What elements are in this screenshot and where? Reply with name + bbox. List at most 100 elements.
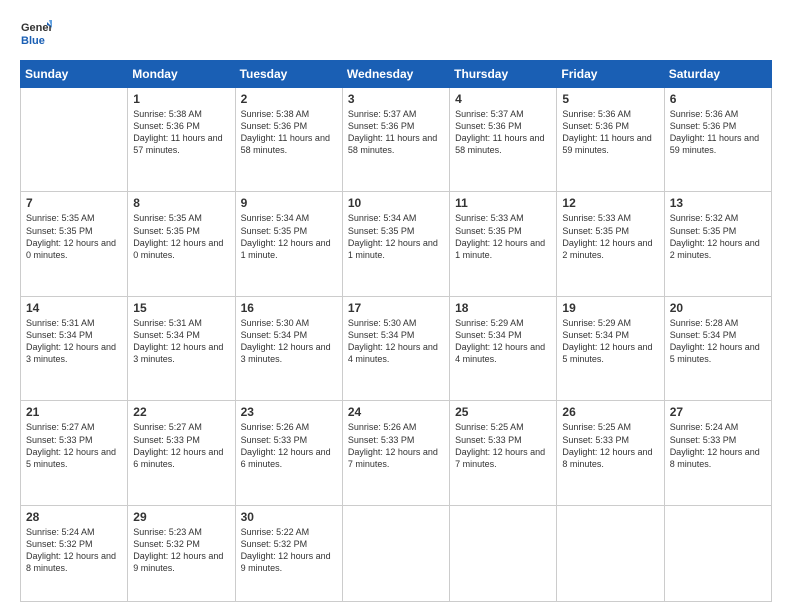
sunrise-text: Sunrise: 5:37 AM [455,108,552,120]
sunrise-text: Sunrise: 5:31 AM [26,317,123,329]
sunset-text: Sunset: 5:34 PM [133,329,230,341]
calendar-week-row: 28 Sunrise: 5:24 AM Sunset: 5:32 PM Dayl… [21,505,772,601]
day-number: 1 [133,92,230,106]
calendar-cell: 8 Sunrise: 5:35 AM Sunset: 5:35 PM Dayli… [128,192,235,296]
sunset-text: Sunset: 5:33 PM [26,434,123,446]
calendar-cell: 22 Sunrise: 5:27 AM Sunset: 5:33 PM Dayl… [128,401,235,505]
logo-svg: General Blue [20,18,52,50]
daylight-text: Daylight: 12 hours and 1 minute. [455,237,552,261]
calendar-cell: 14 Sunrise: 5:31 AM Sunset: 5:34 PM Dayl… [21,296,128,400]
header: General Blue [20,18,772,50]
daylight-text: Daylight: 11 hours and 58 minutes. [455,132,552,156]
sunset-text: Sunset: 5:33 PM [670,434,767,446]
calendar-table: SundayMondayTuesdayWednesdayThursdayFrid… [20,60,772,602]
calendar-cell: 24 Sunrise: 5:26 AM Sunset: 5:33 PM Dayl… [342,401,449,505]
weekday-header: Wednesday [342,61,449,88]
sunset-text: Sunset: 5:33 PM [562,434,659,446]
cell-details: Sunrise: 5:36 AM Sunset: 5:36 PM Dayligh… [670,108,767,157]
sunset-text: Sunset: 5:35 PM [348,225,445,237]
sunrise-text: Sunrise: 5:28 AM [670,317,767,329]
sunset-text: Sunset: 5:33 PM [241,434,338,446]
calendar-cell: 25 Sunrise: 5:25 AM Sunset: 5:33 PM Dayl… [450,401,557,505]
daylight-text: Daylight: 12 hours and 8 minutes. [670,446,767,470]
sunset-text: Sunset: 5:36 PM [133,120,230,132]
sunrise-text: Sunrise: 5:24 AM [670,421,767,433]
day-number: 3 [348,92,445,106]
day-number: 5 [562,92,659,106]
calendar-cell: 15 Sunrise: 5:31 AM Sunset: 5:34 PM Dayl… [128,296,235,400]
daylight-text: Daylight: 11 hours and 59 minutes. [562,132,659,156]
daylight-text: Daylight: 12 hours and 2 minutes. [562,237,659,261]
daylight-text: Daylight: 12 hours and 8 minutes. [562,446,659,470]
sunset-text: Sunset: 5:34 PM [348,329,445,341]
weekday-header: Monday [128,61,235,88]
calendar-cell: 23 Sunrise: 5:26 AM Sunset: 5:33 PM Dayl… [235,401,342,505]
sunrise-text: Sunrise: 5:30 AM [241,317,338,329]
calendar-week-row: 7 Sunrise: 5:35 AM Sunset: 5:35 PM Dayli… [21,192,772,296]
weekday-header: Friday [557,61,664,88]
cell-details: Sunrise: 5:29 AM Sunset: 5:34 PM Dayligh… [562,317,659,366]
calendar-cell: 7 Sunrise: 5:35 AM Sunset: 5:35 PM Dayli… [21,192,128,296]
sunset-text: Sunset: 5:32 PM [133,538,230,550]
calendar-cell: 3 Sunrise: 5:37 AM Sunset: 5:36 PM Dayli… [342,88,449,192]
day-number: 2 [241,92,338,106]
day-number: 14 [26,301,123,315]
sunrise-text: Sunrise: 5:25 AM [562,421,659,433]
cell-details: Sunrise: 5:24 AM Sunset: 5:32 PM Dayligh… [26,526,123,575]
day-number: 20 [670,301,767,315]
sunset-text: Sunset: 5:36 PM [562,120,659,132]
calendar-header-row: SundayMondayTuesdayWednesdayThursdayFrid… [21,61,772,88]
day-number: 26 [562,405,659,419]
cell-details: Sunrise: 5:34 AM Sunset: 5:35 PM Dayligh… [348,212,445,261]
daylight-text: Daylight: 12 hours and 6 minutes. [241,446,338,470]
daylight-text: Daylight: 12 hours and 1 minute. [348,237,445,261]
weekday-header: Thursday [450,61,557,88]
sunset-text: Sunset: 5:32 PM [26,538,123,550]
sunset-text: Sunset: 5:33 PM [348,434,445,446]
calendar-cell: 17 Sunrise: 5:30 AM Sunset: 5:34 PM Dayl… [342,296,449,400]
sunrise-text: Sunrise: 5:34 AM [241,212,338,224]
cell-details: Sunrise: 5:27 AM Sunset: 5:33 PM Dayligh… [26,421,123,470]
daylight-text: Daylight: 12 hours and 7 minutes. [455,446,552,470]
day-number: 17 [348,301,445,315]
daylight-text: Daylight: 12 hours and 9 minutes. [241,550,338,574]
daylight-text: Daylight: 12 hours and 1 minute. [241,237,338,261]
daylight-text: Daylight: 12 hours and 6 minutes. [133,446,230,470]
sunrise-text: Sunrise: 5:33 AM [455,212,552,224]
sunset-text: Sunset: 5:34 PM [562,329,659,341]
calendar-cell [450,505,557,601]
cell-details: Sunrise: 5:23 AM Sunset: 5:32 PM Dayligh… [133,526,230,575]
calendar-cell: 9 Sunrise: 5:34 AM Sunset: 5:35 PM Dayli… [235,192,342,296]
sunrise-text: Sunrise: 5:33 AM [562,212,659,224]
daylight-text: Daylight: 12 hours and 5 minutes. [26,446,123,470]
day-number: 27 [670,405,767,419]
calendar-cell [21,88,128,192]
cell-details: Sunrise: 5:30 AM Sunset: 5:34 PM Dayligh… [348,317,445,366]
calendar-cell: 21 Sunrise: 5:27 AM Sunset: 5:33 PM Dayl… [21,401,128,505]
day-number: 6 [670,92,767,106]
sunrise-text: Sunrise: 5:38 AM [133,108,230,120]
day-number: 30 [241,510,338,524]
day-number: 15 [133,301,230,315]
daylight-text: Daylight: 12 hours and 4 minutes. [455,341,552,365]
cell-details: Sunrise: 5:35 AM Sunset: 5:35 PM Dayligh… [133,212,230,261]
sunrise-text: Sunrise: 5:34 AM [348,212,445,224]
sunrise-text: Sunrise: 5:23 AM [133,526,230,538]
cell-details: Sunrise: 5:31 AM Sunset: 5:34 PM Dayligh… [26,317,123,366]
sunrise-text: Sunrise: 5:36 AM [670,108,767,120]
cell-details: Sunrise: 5:33 AM Sunset: 5:35 PM Dayligh… [455,212,552,261]
sunset-text: Sunset: 5:36 PM [670,120,767,132]
svg-text:Blue: Blue [21,35,45,47]
cell-details: Sunrise: 5:28 AM Sunset: 5:34 PM Dayligh… [670,317,767,366]
calendar-cell [342,505,449,601]
sunset-text: Sunset: 5:32 PM [241,538,338,550]
day-number: 4 [455,92,552,106]
sunset-text: Sunset: 5:34 PM [26,329,123,341]
cell-details: Sunrise: 5:25 AM Sunset: 5:33 PM Dayligh… [455,421,552,470]
daylight-text: Daylight: 12 hours and 7 minutes. [348,446,445,470]
calendar-cell: 29 Sunrise: 5:23 AM Sunset: 5:32 PM Dayl… [128,505,235,601]
sunrise-text: Sunrise: 5:31 AM [133,317,230,329]
cell-details: Sunrise: 5:35 AM Sunset: 5:35 PM Dayligh… [26,212,123,261]
cell-details: Sunrise: 5:37 AM Sunset: 5:36 PM Dayligh… [455,108,552,157]
day-number: 10 [348,196,445,210]
